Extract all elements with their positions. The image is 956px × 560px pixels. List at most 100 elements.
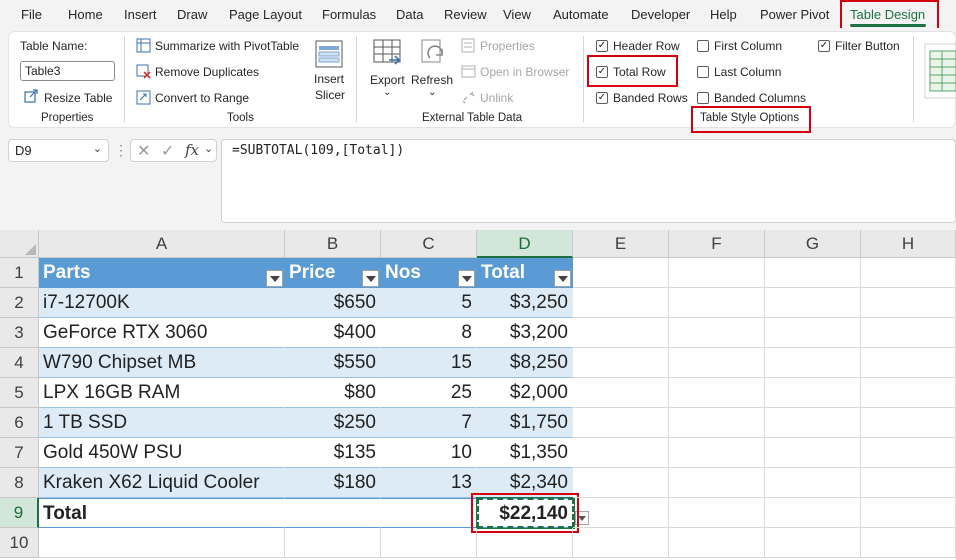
- insert-function-icon[interactable]: fx: [185, 141, 199, 159]
- formula-input[interactable]: =SUBTOTAL(109,[Total]): [221, 139, 956, 223]
- row-header-1[interactable]: 1: [0, 258, 39, 288]
- name-box[interactable]: D9 ⌄: [8, 139, 109, 162]
- empty-cell[interactable]: [669, 258, 765, 288]
- empty-cell[interactable]: [39, 528, 285, 558]
- tab-formulas[interactable]: Formulas: [322, 7, 376, 22]
- tab-file[interactable]: File: [21, 7, 42, 22]
- table-cell[interactable]: 1 TB SSD: [39, 408, 285, 438]
- empty-cell[interactable]: [285, 528, 381, 558]
- empty-cell[interactable]: [765, 288, 861, 318]
- empty-cell[interactable]: [765, 498, 861, 528]
- remove-duplicates-button[interactable]: Remove Duplicates: [155, 65, 259, 79]
- empty-cell[interactable]: [573, 378, 669, 408]
- table-cell[interactable]: 10: [381, 438, 477, 468]
- empty-cell[interactable]: [669, 468, 765, 498]
- empty-cell[interactable]: [573, 318, 669, 348]
- total-row-cell[interactable]: [381, 498, 477, 528]
- empty-cell[interactable]: [861, 438, 956, 468]
- chevron-down-icon[interactable]: ⌄: [93, 142, 102, 155]
- row-header-4[interactable]: 4: [0, 348, 39, 378]
- row-header-5[interactable]: 5: [0, 378, 39, 408]
- filter-dropdown-icon[interactable]: [266, 270, 283, 287]
- column-header-b[interactable]: B: [285, 230, 381, 258]
- empty-cell[interactable]: [861, 348, 956, 378]
- tab-view[interactable]: View: [503, 7, 531, 22]
- table-cell[interactable]: 8: [381, 318, 477, 348]
- tab-draw[interactable]: Draw: [177, 7, 207, 22]
- empty-cell[interactable]: [573, 468, 669, 498]
- empty-cell[interactable]: [861, 258, 956, 288]
- properties-button[interactable]: Properties: [480, 39, 535, 53]
- table-cell[interactable]: 13: [381, 468, 477, 498]
- row-header-9[interactable]: 9: [0, 498, 39, 528]
- empty-cell[interactable]: [861, 288, 956, 318]
- export-button[interactable]: Export: [370, 73, 405, 87]
- empty-cell[interactable]: [669, 408, 765, 438]
- table-cell[interactable]: GeForce RTX 3060: [39, 318, 285, 348]
- empty-cell[interactable]: [573, 258, 669, 288]
- empty-cell[interactable]: [765, 258, 861, 288]
- empty-cell[interactable]: [765, 438, 861, 468]
- more-options-icon[interactable]: ⋮: [114, 142, 128, 159]
- enter-icon[interactable]: ✓: [161, 141, 174, 161]
- tab-automate[interactable]: Automate: [553, 7, 609, 22]
- row-header-2[interactable]: 2: [0, 288, 39, 318]
- tab-insert[interactable]: Insert: [124, 7, 157, 22]
- table-cell[interactable]: 5: [381, 288, 477, 318]
- table-cell[interactable]: Kraken X62 Liquid Cooler: [39, 468, 285, 498]
- tab-help[interactable]: Help: [710, 7, 737, 22]
- empty-cell[interactable]: [669, 498, 765, 528]
- empty-cell[interactable]: [669, 378, 765, 408]
- chevron-down-icon[interactable]: ⌄: [383, 87, 391, 98]
- open-in-browser-button[interactable]: Open in Browser: [480, 65, 569, 79]
- empty-cell[interactable]: [573, 288, 669, 318]
- table-cell[interactable]: 25: [381, 378, 477, 408]
- table-header-cell[interactable]: Parts: [39, 258, 285, 288]
- last-column-checkbox[interactable]: [697, 66, 709, 78]
- column-header-d[interactable]: D: [477, 230, 573, 258]
- table-cell[interactable]: $80: [285, 378, 381, 408]
- table-cell[interactable]: $400: [285, 318, 381, 348]
- table-cell[interactable]: $650: [285, 288, 381, 318]
- convert-to-range-button[interactable]: Convert to Range: [155, 91, 249, 105]
- filter-dropdown-icon[interactable]: [362, 270, 379, 287]
- tab-developer[interactable]: Developer: [631, 7, 690, 22]
- column-header-f[interactable]: F: [669, 230, 765, 258]
- empty-cell[interactable]: [381, 528, 477, 558]
- empty-cell[interactable]: [765, 468, 861, 498]
- table-cell[interactable]: $1,750: [477, 408, 573, 438]
- filter-dropdown-icon[interactable]: [458, 270, 475, 287]
- row-header-7[interactable]: 7: [0, 438, 39, 468]
- banded-columns-checkbox[interactable]: [697, 92, 709, 104]
- empty-cell[interactable]: [861, 468, 956, 498]
- tab-review[interactable]: Review: [444, 7, 487, 22]
- empty-cell[interactable]: [669, 438, 765, 468]
- table-cell[interactable]: $135: [285, 438, 381, 468]
- column-header-h[interactable]: H: [861, 230, 956, 258]
- empty-cell[interactable]: [573, 528, 669, 558]
- table-cell[interactable]: 7: [381, 408, 477, 438]
- table-cell[interactable]: $2,000: [477, 378, 573, 408]
- chevron-down-icon[interactable]: ⌄: [204, 142, 213, 155]
- row-header-6[interactable]: 6: [0, 408, 39, 438]
- summarize-pivot-button[interactable]: Summarize with PivotTable: [155, 39, 299, 53]
- empty-cell[interactable]: [861, 528, 956, 558]
- banded-rows-checkbox[interactable]: ✓: [596, 92, 608, 104]
- empty-cell[interactable]: [861, 318, 956, 348]
- empty-cell[interactable]: [669, 318, 765, 348]
- tab-data[interactable]: Data: [396, 7, 423, 22]
- refresh-button[interactable]: Refresh: [411, 73, 453, 87]
- empty-cell[interactable]: [765, 408, 861, 438]
- unlink-button[interactable]: Unlink: [480, 91, 513, 105]
- empty-cell[interactable]: [669, 528, 765, 558]
- table-cell[interactable]: 15: [381, 348, 477, 378]
- empty-cell[interactable]: [861, 378, 956, 408]
- table-cell[interactable]: $3,200: [477, 318, 573, 348]
- table-cell[interactable]: Gold 450W PSU: [39, 438, 285, 468]
- empty-cell[interactable]: [765, 528, 861, 558]
- filter-dropdown-icon[interactable]: [554, 270, 571, 287]
- resize-table-button[interactable]: Resize Table: [44, 91, 112, 105]
- table-cell[interactable]: $8,250: [477, 348, 573, 378]
- empty-cell[interactable]: [861, 408, 956, 438]
- table-cell[interactable]: $180: [285, 468, 381, 498]
